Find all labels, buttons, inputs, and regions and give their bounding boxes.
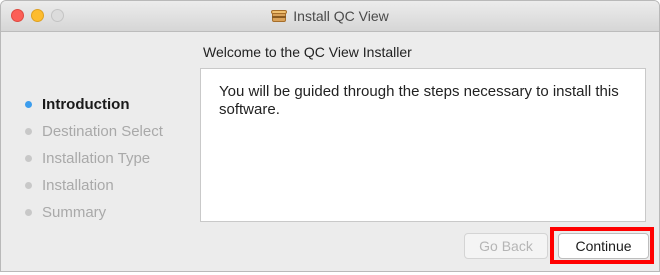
installer-steps: Introduction Destination Select Installa…	[25, 91, 163, 226]
go-back-button[interactable]: Go Back	[464, 233, 548, 259]
step-label: Summary	[42, 204, 107, 221]
intro-text: You will be guided through the steps nec…	[219, 83, 619, 118]
step-indicator-dot	[25, 209, 32, 216]
step-destination-select: Destination Select	[25, 118, 163, 145]
step-label: Installation Type	[42, 150, 151, 167]
step-installation-type: Installation Type	[25, 145, 163, 172]
step-indicator-dot	[25, 128, 32, 135]
step-indicator-dot	[25, 101, 32, 108]
window-title-area: Install QC View	[1, 1, 659, 31]
title-bar[interactable]: Install QC View	[1, 1, 659, 32]
window-title: Install QC View	[293, 8, 389, 24]
step-indicator-dot	[25, 182, 32, 189]
step-label: Introduction	[42, 96, 130, 113]
page-heading: Welcome to the QC View Installer	[203, 44, 412, 60]
package-icon	[271, 9, 288, 23]
step-introduction: Introduction	[25, 91, 163, 118]
step-summary: Summary	[25, 199, 163, 226]
step-installation: Installation	[25, 172, 163, 199]
step-label: Installation	[42, 177, 114, 194]
step-label: Destination Select	[42, 123, 163, 140]
step-indicator-dot	[25, 155, 32, 162]
content-panel: You will be guided through the steps nec…	[200, 68, 646, 222]
continue-highlight-box	[550, 227, 654, 264]
